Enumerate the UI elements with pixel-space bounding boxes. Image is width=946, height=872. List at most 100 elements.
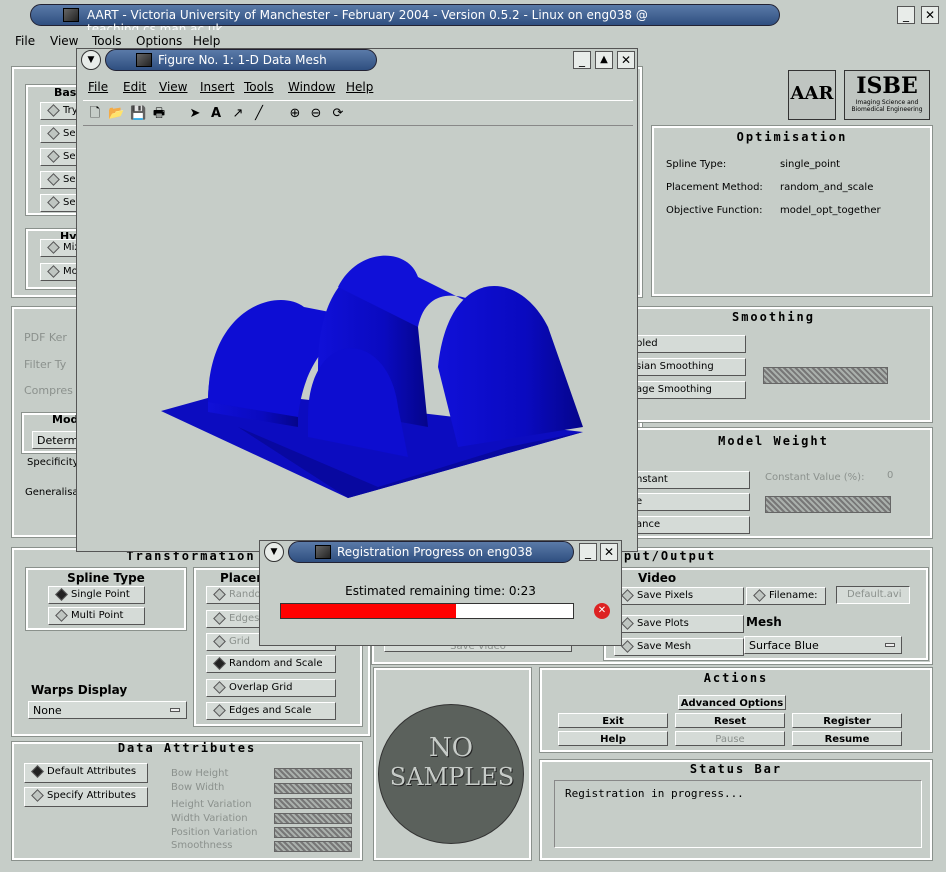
progress-bar-fill: [281, 604, 457, 618]
save-plots-checkbox[interactable]: Save Plots: [614, 615, 744, 633]
mesh-hump-3: [438, 286, 583, 447]
figure-menu-insert[interactable]: Insert: [200, 80, 234, 94]
select-arrow-icon[interactable]: ➤: [187, 106, 203, 122]
figure-menu-view[interactable]: View: [159, 80, 187, 94]
help-button[interactable]: Help: [558, 731, 668, 746]
mesh-dropdown[interactable]: Surface Blue: [744, 636, 902, 654]
width-variation-label: Width Variation: [171, 813, 248, 824]
save-mesh-checkbox[interactable]: Save Mesh: [614, 638, 744, 656]
basis-option-1[interactable]: Try: [40, 102, 80, 120]
main-title-bar: ▼ AART - Victoria University of Manchest…: [0, 0, 946, 36]
register-button[interactable]: Register: [792, 713, 902, 728]
open-file-icon[interactable]: 📂: [108, 106, 124, 122]
figure-minimize-button[interactable]: _: [573, 51, 591, 69]
multi-point-radio[interactable]: Multi Point: [48, 607, 145, 625]
basis-option-2[interactable]: Seq: [40, 125, 80, 143]
filename-input[interactable]: Default.avi: [836, 586, 910, 604]
dialog-minimize-button[interactable]: _: [579, 543, 597, 561]
default-attributes-radio[interactable]: Default Attributes: [24, 763, 148, 783]
zoom-in-icon[interactable]: ⊕: [287, 106, 303, 122]
dialog-app-icon: [315, 545, 331, 559]
cancel-registration-icon[interactable]: ✕: [594, 603, 610, 619]
status-text: Registration in progress...: [554, 780, 922, 848]
hybrid-option-2[interactable]: Mod: [40, 263, 80, 281]
dropdown-indicator-icon: [170, 708, 180, 712]
gaussian-smoothing-button[interactable]: sian Smoothing: [629, 358, 746, 376]
weight-variance-button[interactable]: ance: [629, 516, 750, 534]
video-group: Video Save Pixels Save Plots Save Mesh F…: [603, 567, 929, 661]
figure-menu-chevron-icon[interactable]: ▼: [81, 50, 101, 70]
figure-close-button[interactable]: ✕: [617, 51, 635, 69]
overlap-grid-radio[interactable]: Overlap Grid: [206, 679, 336, 697]
compression-label: Compres: [24, 384, 73, 397]
figure-menu-help[interactable]: Help: [346, 80, 373, 94]
constant-value-slider[interactable]: [765, 496, 891, 513]
weight-variable-button[interactable]: e: [629, 493, 750, 511]
edges-and-scale-radio[interactable]: Edges and Scale: [206, 702, 336, 720]
figure-window: ▼ Figure No. 1: 1-D Data Mesh _ ▲ ✕ File…: [76, 48, 638, 552]
mode-dropdown[interactable]: Determ: [32, 431, 82, 449]
rotate-3d-icon[interactable]: ⟳: [330, 106, 346, 122]
figure-menu-file[interactable]: File: [88, 80, 108, 94]
print-icon[interactable]: 🖶: [151, 106, 167, 122]
spline-type-title: Spline Type: [67, 571, 145, 585]
mesh-title: Mesh: [746, 615, 782, 629]
dialog-title-pill[interactable]: Registration Progress on eng038: [288, 541, 574, 563]
dialog-menu-chevron-icon[interactable]: ▼: [264, 542, 284, 562]
advanced-options-button[interactable]: Advanced Options: [678, 695, 786, 710]
save-pixels-checkbox[interactable]: Save Pixels: [614, 587, 744, 605]
pause-button[interactable]: Pause: [675, 731, 785, 746]
figure-title-pill[interactable]: Figure No. 1: 1-D Data Mesh: [105, 49, 377, 71]
basis-option-5[interactable]: Seq: [40, 194, 80, 212]
width-variation-slider[interactable]: [274, 813, 352, 824]
specificity-label: Specificity: [27, 457, 79, 468]
random-and-scale-radio[interactable]: Random and Scale: [206, 655, 336, 673]
spline-type-label: Spline Type:: [666, 159, 727, 170]
minimize-button[interactable]: _: [897, 6, 915, 24]
actions-title: Actions: [703, 671, 769, 685]
smoothing-slider[interactable]: [763, 367, 888, 384]
basis-option-3[interactable]: Seq: [40, 148, 80, 166]
figure-canvas[interactable]: [78, 127, 636, 551]
window-title-pill[interactable]: AART - Victoria University of Manchester…: [30, 4, 780, 36]
smoothness-slider[interactable]: [274, 841, 352, 852]
insert-arrow-icon[interactable]: ↗: [230, 106, 246, 122]
figure-menu-edit[interactable]: Edit: [123, 80, 146, 94]
menu-tools[interactable]: Tools: [92, 34, 122, 48]
hybrid-option-1[interactable]: Mix: [40, 239, 80, 257]
menu-options[interactable]: Options: [136, 34, 182, 48]
figure-menu-tools[interactable]: Tools: [244, 80, 274, 94]
filename-checkbox[interactable]: Filename:: [746, 587, 826, 605]
mesh-surface-plot: [161, 255, 583, 498]
insert-text-icon[interactable]: A: [208, 106, 224, 122]
new-figure-icon[interactable]: 🗋: [87, 106, 103, 122]
dialog-close-button[interactable]: ✕: [600, 543, 618, 561]
menu-help[interactable]: Help: [193, 34, 220, 48]
resume-button[interactable]: Resume: [792, 731, 902, 746]
close-button[interactable]: ✕: [921, 6, 939, 24]
figure-toolbar: 🗋 📂 💾 🖶 ➤ A ↗ ╱ ⊕ ⊖ ⟳: [83, 100, 633, 126]
position-variation-slider[interactable]: [274, 827, 352, 838]
reset-button[interactable]: Reset: [675, 713, 785, 728]
zoom-out-icon[interactable]: ⊖: [308, 106, 324, 122]
figure-maximize-button[interactable]: ▲: [595, 51, 613, 69]
bow-height-slider[interactable]: [274, 768, 352, 779]
weight-constant-button[interactable]: nstant: [629, 471, 750, 489]
insert-line-icon[interactable]: ╱: [251, 106, 267, 122]
bow-width-slider[interactable]: [274, 783, 352, 794]
menu-file[interactable]: File: [15, 34, 35, 48]
warps-display-dropdown[interactable]: None: [28, 701, 187, 719]
generalisation-label: Generalisat: [25, 487, 83, 498]
menu-view[interactable]: View: [50, 34, 78, 48]
specify-attributes-radio[interactable]: Specify Attributes: [24, 787, 148, 807]
figure-menu-window[interactable]: Window: [288, 80, 335, 94]
single-point-radio[interactable]: Single Point: [48, 586, 145, 604]
exit-button[interactable]: Exit: [558, 713, 668, 728]
save-icon[interactable]: 💾: [130, 106, 146, 122]
average-smoothing-button[interactable]: age Smoothing: [629, 381, 746, 399]
basis-option-4[interactable]: Seq: [40, 171, 80, 189]
height-variation-slider[interactable]: [274, 798, 352, 809]
placement-method-label: Placement Method:: [666, 182, 763, 193]
position-variation-label: Position Variation: [171, 827, 258, 838]
smoothing-disabled-button[interactable]: bled: [629, 335, 746, 353]
